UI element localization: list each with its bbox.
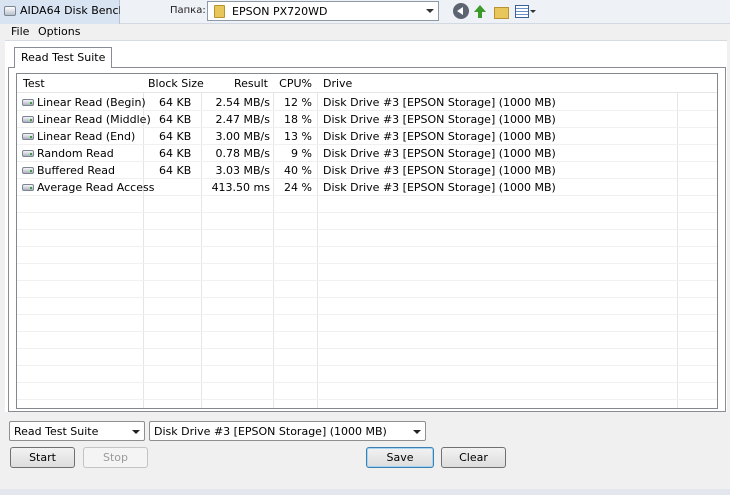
column-header-test[interactable]: Test bbox=[23, 77, 45, 90]
cell-block-size: 64 KB bbox=[159, 130, 192, 143]
empty-row bbox=[17, 349, 717, 366]
table-row[interactable]: Linear Read (Begin) 64 KB 2.54 MB/s 12 %… bbox=[17, 94, 717, 111]
drive-value: Disk Drive #3 [EPSON Storage] (1000 MB) bbox=[154, 425, 387, 438]
cell-result: 3.03 MB/s bbox=[215, 164, 270, 177]
new-folder-icon[interactable] bbox=[493, 3, 509, 19]
empty-row bbox=[17, 196, 717, 213]
cell-block-size: 64 KB bbox=[159, 113, 192, 126]
table-header: Test Block Size Result CPU% Drive bbox=[17, 74, 717, 93]
cell-cpu: 12 % bbox=[284, 96, 312, 109]
column-header-drive[interactable]: Drive bbox=[323, 77, 352, 90]
cell-cpu: 40 % bbox=[284, 164, 312, 177]
table-row[interactable]: Random Read 64 KB 0.78 MB/s 9 % Disk Dri… bbox=[17, 145, 717, 162]
folder-icon bbox=[214, 5, 225, 18]
disk-icon bbox=[22, 150, 34, 157]
cell-test: Buffered Read bbox=[37, 164, 116, 177]
start-button[interactable]: Start bbox=[10, 447, 75, 468]
cell-test: Linear Read (End) bbox=[37, 130, 136, 143]
menu-file[interactable]: File bbox=[11, 25, 29, 38]
back-icon[interactable] bbox=[453, 3, 469, 19]
tab-panel: Test Block Size Result CPU% Drive Linear… bbox=[8, 67, 726, 412]
view-menu-icon[interactable] bbox=[514, 3, 536, 19]
cell-result: 0.78 MB/s bbox=[215, 147, 270, 160]
folder-name: EPSON PX720WD bbox=[232, 5, 328, 18]
column-header-result[interactable]: Result bbox=[205, 77, 268, 90]
cell-test: Linear Read (Middle) bbox=[37, 113, 151, 126]
menu-bar: File Options bbox=[5, 24, 727, 40]
window-title: AIDA64 Disk Benchmark bbox=[20, 4, 120, 17]
title-bar: AIDA64 Disk Benchmark bbox=[0, 0, 120, 24]
disk-icon bbox=[22, 167, 34, 174]
test-suite-value: Read Test Suite bbox=[14, 425, 99, 438]
folder-dropdown[interactable]: EPSON PX720WD bbox=[207, 1, 439, 21]
cell-drive: Disk Drive #3 [EPSON Storage] (1000 MB) bbox=[323, 130, 556, 143]
cell-cpu: 13 % bbox=[284, 130, 312, 143]
cell-drive: Disk Drive #3 [EPSON Storage] (1000 MB) bbox=[323, 181, 556, 194]
empty-row bbox=[17, 332, 717, 349]
cell-cpu: 24 % bbox=[284, 181, 312, 194]
cell-cpu: 9 % bbox=[291, 147, 312, 160]
clear-button[interactable]: Clear bbox=[441, 447, 506, 468]
empty-row bbox=[17, 298, 717, 315]
stop-button[interactable]: Stop bbox=[83, 447, 148, 468]
cell-drive: Disk Drive #3 [EPSON Storage] (1000 MB) bbox=[323, 164, 556, 177]
table-row[interactable]: Linear Read (Middle) 64 KB 2.47 MB/s 18 … bbox=[17, 111, 717, 128]
cell-result: 413.50 ms bbox=[211, 181, 270, 194]
empty-row bbox=[17, 230, 717, 247]
tab-read-test-suite[interactable]: Read Test Suite bbox=[14, 47, 113, 68]
cell-cpu: 18 % bbox=[284, 113, 312, 126]
up-folder-icon[interactable] bbox=[472, 3, 488, 19]
bottom-edge bbox=[0, 489, 730, 495]
empty-row bbox=[17, 315, 717, 332]
disk-icon bbox=[22, 99, 34, 106]
cell-drive: Disk Drive #3 [EPSON Storage] (1000 MB) bbox=[323, 113, 556, 126]
empty-row bbox=[17, 383, 717, 400]
table-row[interactable]: Average Read Access 413.50 ms 24 % Disk … bbox=[17, 179, 717, 196]
disk-icon bbox=[22, 116, 34, 123]
tab-area: Read Test Suite Test Block Size Result C… bbox=[5, 40, 727, 412]
results-table[interactable]: Test Block Size Result CPU% Drive Linear… bbox=[16, 73, 718, 409]
cell-test: Average Read Access bbox=[37, 181, 155, 194]
cell-drive: Disk Drive #3 [EPSON Storage] (1000 MB) bbox=[323, 147, 556, 160]
menu-options[interactable]: Options bbox=[38, 25, 80, 38]
table-row[interactable]: Linear Read (End) 64 KB 3.00 MB/s 13 % D… bbox=[17, 128, 717, 145]
column-header-block-size[interactable]: Block Size bbox=[148, 77, 204, 90]
disk-icon bbox=[4, 6, 16, 16]
chevron-down-icon bbox=[426, 9, 434, 13]
empty-row bbox=[17, 281, 717, 298]
cell-test: Linear Read (Begin) bbox=[37, 96, 146, 109]
cell-block-size: 64 KB bbox=[159, 147, 192, 160]
drive-select[interactable]: Disk Drive #3 [EPSON Storage] (1000 MB) bbox=[149, 421, 426, 441]
cell-block-size: 64 KB bbox=[159, 164, 192, 177]
column-header-cpu[interactable]: CPU% bbox=[279, 77, 312, 90]
cell-result: 3.00 MB/s bbox=[215, 130, 270, 143]
save-button[interactable]: Save bbox=[366, 447, 434, 468]
disk-icon bbox=[22, 133, 34, 140]
top-strip: AIDA64 Disk Benchmark Папка: EPSON PX720… bbox=[0, 0, 730, 24]
empty-row bbox=[17, 247, 717, 264]
cell-test: Random Read bbox=[37, 147, 114, 160]
empty-row bbox=[17, 264, 717, 281]
disk-icon bbox=[22, 184, 34, 191]
chevron-down-icon bbox=[132, 430, 140, 434]
cell-result: 2.54 MB/s bbox=[215, 96, 270, 109]
chevron-down-icon bbox=[413, 430, 421, 434]
cell-block-size: 64 KB bbox=[159, 96, 192, 109]
test-suite-select[interactable]: Read Test Suite bbox=[9, 421, 145, 441]
cell-result: 2.47 MB/s bbox=[215, 113, 270, 126]
table-row[interactable]: Buffered Read 64 KB 3.03 MB/s 40 % Disk … bbox=[17, 162, 717, 179]
empty-row bbox=[17, 366, 717, 383]
empty-row bbox=[17, 213, 717, 230]
folder-label: Папка: bbox=[170, 5, 206, 16]
cell-drive: Disk Drive #3 [EPSON Storage] (1000 MB) bbox=[323, 96, 556, 109]
